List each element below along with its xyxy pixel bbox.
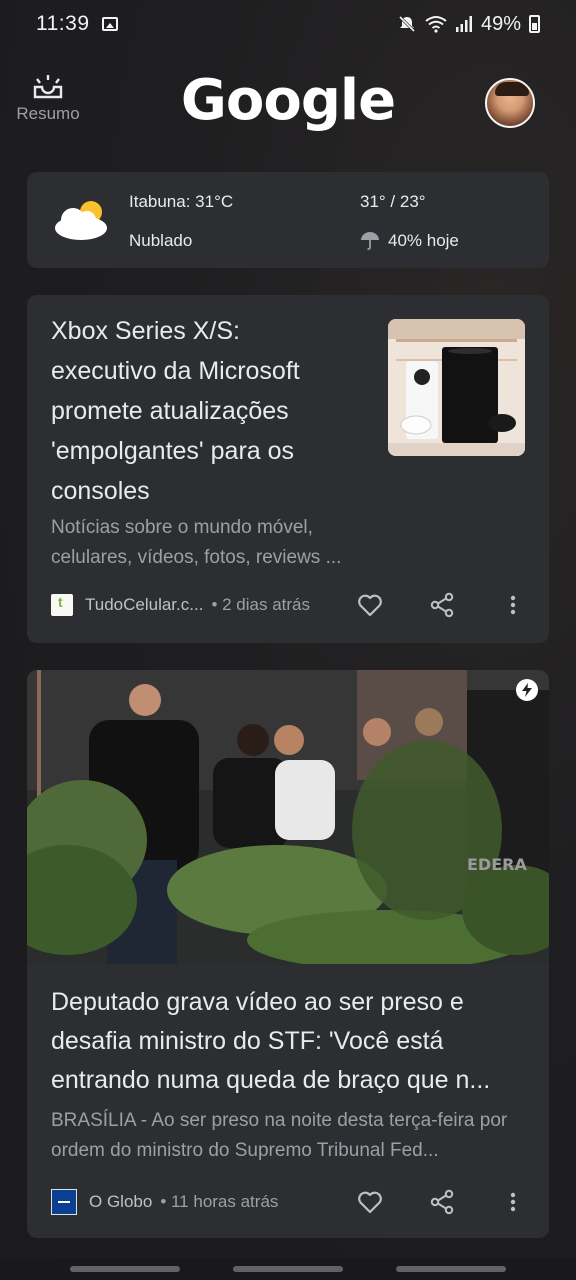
signal-icon: [455, 16, 472, 32]
more-vert-icon: [510, 595, 516, 615]
article-title[interactable]: Deputado grava vídeo ao ser preso e desa…: [51, 983, 529, 1100]
battery-percent: 49%: [480, 12, 521, 35]
article-snippet: BRASÍLIA - Ao ser preso na noite desta t…: [51, 1110, 508, 1161]
svg-text:EDERA: EDERA: [467, 855, 527, 874]
status-time: 11:39: [36, 12, 90, 35]
weather-card[interactable]: Itabuna: 31°C Nublado 31° / 23° 40% hoje: [27, 172, 549, 268]
article-title[interactable]: Xbox Series X/S: executivo da Microsoft …: [51, 311, 351, 511]
article-source[interactable]: TudoCelular.c...: [85, 595, 203, 615]
weather-condition: Nublado: [129, 231, 193, 250]
status-right: 49%: [397, 13, 540, 36]
more-vert-icon: [510, 1192, 516, 1212]
article-card-xbox[interactable]: Xbox Series X/S: executivo da Microsoft …: [27, 295, 549, 643]
avatar[interactable]: [485, 78, 535, 128]
heart-icon: [358, 594, 382, 617]
wifi-icon: [425, 16, 447, 33]
tudocelular-logo: [51, 594, 73, 616]
share-button[interactable]: [427, 1187, 457, 1217]
partly-cloudy-icon: [55, 201, 107, 240]
nav-tab-indicator[interactable]: [70, 1266, 180, 1272]
article-hero-image[interactable]: EDERA: [27, 670, 549, 964]
status-bar: 11:39 49%: [0, 0, 576, 48]
xbox-consoles-image: [388, 319, 525, 456]
share-icon: [430, 592, 454, 618]
image-icon: [101, 17, 118, 31]
article-source[interactable]: O Globo: [89, 1192, 152, 1212]
status-left: 11:39: [36, 12, 118, 36]
weather-rain: 40% hoje: [360, 231, 459, 251]
article-time: • 2 dias atrás: [211, 595, 310, 614]
like-button[interactable]: [355, 1187, 385, 1217]
article-thumbnail[interactable]: [388, 319, 525, 456]
bottom-nav-bar: [0, 1258, 576, 1280]
article-time: • 11 horas atrás: [160, 1192, 279, 1211]
share-icon: [430, 1189, 454, 1215]
article-snippet: Notícias sobre o mundo móvel, celulares,…: [51, 517, 342, 568]
more-options-button[interactable]: [498, 1187, 528, 1217]
article-source-row: TudoCelular.c... • 2 dias atrás: [51, 591, 310, 619]
arrest-photo: EDERA: [27, 670, 549, 964]
umbrella-icon: [361, 232, 379, 250]
share-button[interactable]: [427, 590, 457, 620]
app-header: Resumo Google: [0, 60, 576, 150]
more-options-button[interactable]: [498, 590, 528, 620]
amp-badge: [516, 679, 538, 701]
battery-icon: [529, 15, 540, 33]
lightning-icon: [522, 683, 532, 697]
weather-location-temp: Itabuna: 31°C: [129, 192, 234, 211]
weather-high-low: 31° / 23°: [360, 192, 426, 211]
like-button[interactable]: [355, 590, 385, 620]
nav-tab-indicator[interactable]: [396, 1266, 506, 1272]
article-card-deputado[interactable]: EDERA Deputado grava vídeo ao ser preso …: [27, 670, 549, 1238]
nav-tab-indicator[interactable]: [233, 1266, 343, 1272]
oglobo-logo: [51, 1189, 77, 1215]
weather-rain-label: 40% hoje: [388, 231, 459, 250]
heart-icon: [358, 1191, 382, 1214]
mute-icon: [398, 15, 416, 33]
article-source-row: O Globo • 11 horas atrás: [51, 1188, 278, 1216]
